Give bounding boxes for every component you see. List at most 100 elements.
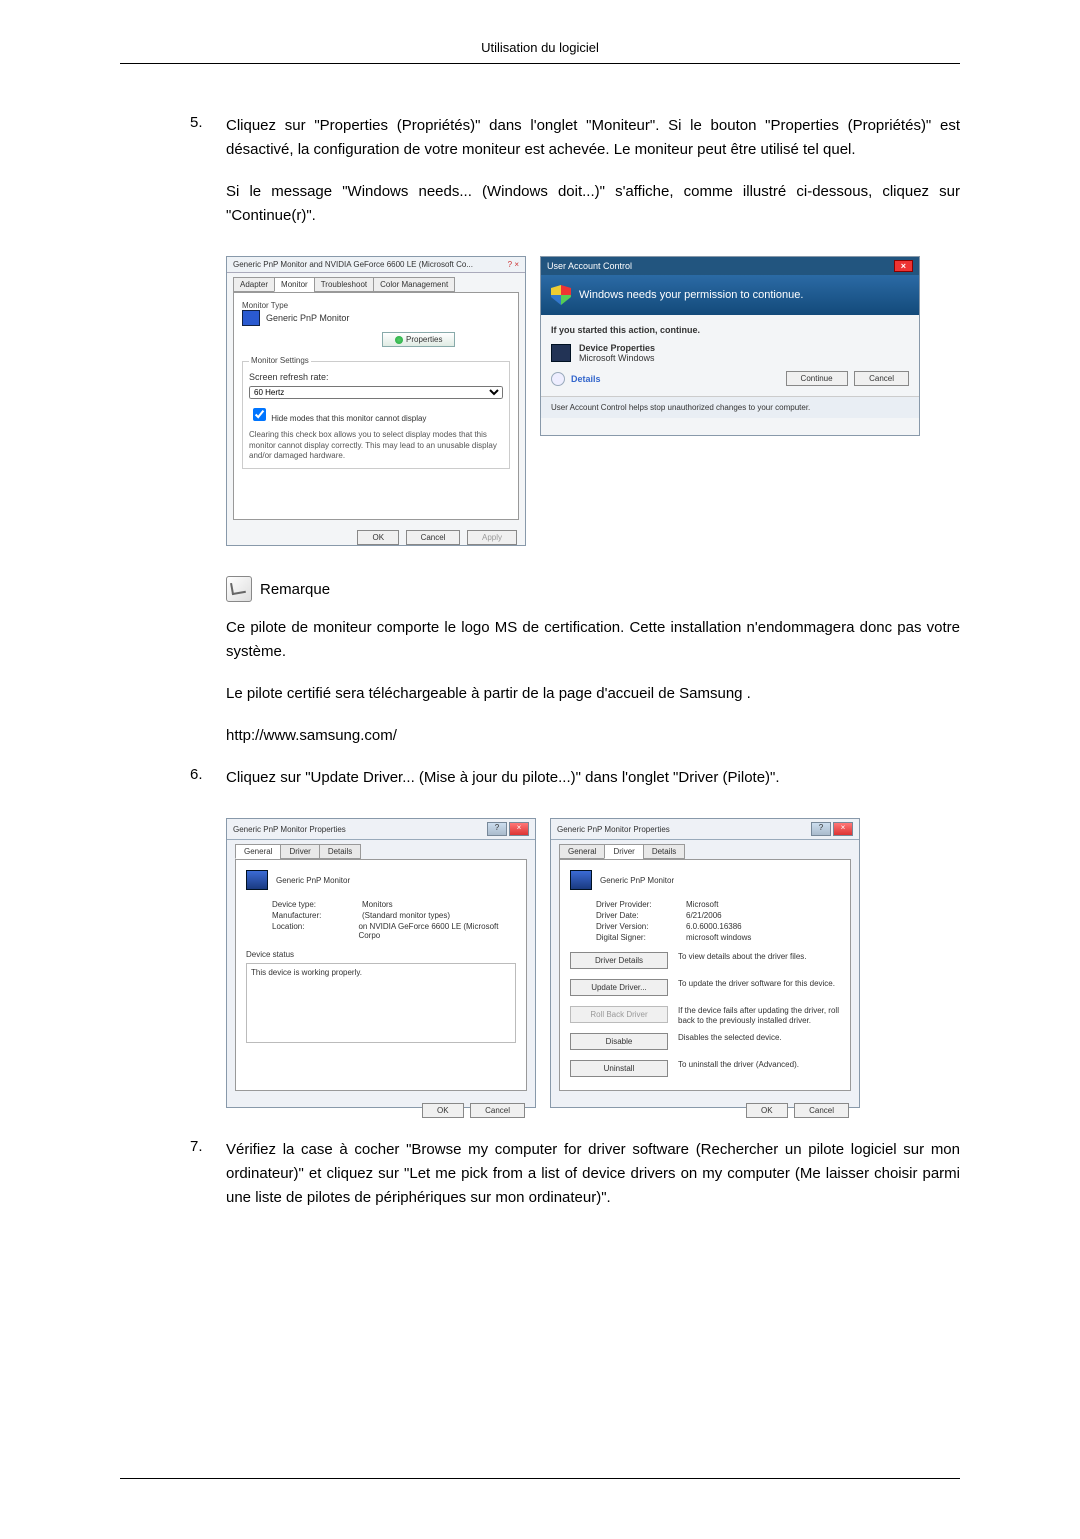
cancel-button[interactable]: Cancel [406, 530, 461, 545]
properties-general-dialog: Generic PnP Monitor Properties ?× Genera… [226, 818, 536, 1108]
date-v: 6/21/2006 [686, 911, 722, 920]
device-status-box: This device is working properly. [246, 963, 516, 1043]
uac-dialog: User Account Control × Windows needs you… [540, 256, 920, 436]
disable-desc: Disables the selected device. [678, 1033, 840, 1056]
remarque-label: Remarque [260, 581, 330, 598]
dialog-title: Generic PnP Monitor Properties [557, 825, 670, 834]
driver-details-button[interactable]: Driver Details [570, 952, 668, 969]
uac-details-link[interactable]: Details [571, 374, 601, 384]
step6-text: Cliquez sur "Update Driver... (Mise à jo… [226, 766, 960, 790]
loc-v: on NVIDIA GeForce 6600 LE (Microsoft Cor… [358, 922, 516, 940]
screenshot-row-2: Generic PnP Monitor Properties ?× Genera… [226, 818, 960, 1108]
tab-general[interactable]: General [559, 844, 605, 859]
provider-v: Microsoft [686, 900, 718, 909]
loc-k: Location: [272, 922, 358, 940]
ok-button[interactable]: OK [422, 1103, 464, 1118]
note-icon [226, 576, 252, 602]
screenshot-row-1: Generic PnP Monitor and NVIDIA GeForce 6… [226, 256, 960, 546]
update-driver-desc: To update the driver software for this d… [678, 979, 840, 1002]
list-item-5: 5. Cliquez sur "Properties (Propriétés)"… [190, 114, 960, 246]
step5-para2: Si le message "Windows needs... (Windows… [226, 180, 960, 228]
continue-button[interactable]: Continue [786, 371, 848, 386]
disable-button[interactable]: Disable [570, 1033, 668, 1050]
cancel-button[interactable]: Cancel [794, 1103, 849, 1118]
monitor-icon [246, 870, 268, 890]
signer-k: Digital Signer: [596, 933, 686, 942]
hide-modes-help: Clearing this check box allows you to se… [249, 430, 503, 461]
remarque-p1: Ce pilote de moniteur comporte le logo M… [226, 616, 960, 664]
footer-rule [120, 1478, 960, 1479]
list-number: 6. [190, 766, 226, 808]
tab-driver[interactable]: Driver [604, 844, 643, 859]
hide-modes-checkbox[interactable] [253, 408, 266, 421]
uac-started: If you started this action, continue. [551, 325, 909, 335]
tab-general[interactable]: General [235, 844, 281, 859]
rollback-driver-desc: If the device fails after updating the d… [678, 1006, 840, 1029]
monitor-settings-label: Monitor Settings [249, 356, 311, 365]
tab-strip: Adapter Monitor Troubleshoot Color Manag… [227, 273, 525, 292]
monitor-name: Generic PnP Monitor [266, 313, 349, 323]
step7-text: Vérifiez la case à cocher "Browse my com… [226, 1138, 960, 1210]
provider-k: Driver Provider: [596, 900, 686, 909]
monitor-icon [242, 310, 260, 326]
uac-cancel-button[interactable]: Cancel [854, 371, 909, 386]
remarque-url: http://www.samsung.com/ [226, 724, 960, 748]
manu-v: (Standard monitor types) [362, 911, 450, 920]
ok-button[interactable]: OK [357, 530, 399, 545]
rollback-driver-button: Roll Back Driver [570, 1006, 668, 1023]
device-name: Generic PnP Monitor [600, 876, 674, 885]
version-v: 6.0.6000.16386 [686, 922, 742, 931]
date-k: Driver Date: [596, 911, 686, 920]
refresh-rate-select[interactable]: 60 Hertz [249, 386, 503, 399]
update-driver-button[interactable]: Update Driver... [570, 979, 668, 996]
device-status-text: This device is working properly. [251, 968, 362, 977]
step5-para1: Cliquez sur "Properties (Propriétés)" da… [226, 114, 960, 162]
properties-driver-dialog: Generic PnP Monitor Properties ?× Genera… [550, 818, 860, 1108]
uninstall-button[interactable]: Uninstall [570, 1060, 668, 1077]
uac-title: User Account Control [547, 261, 632, 271]
window-controls[interactable]: ? × [508, 260, 519, 269]
dialog-titlebar: Generic PnP Monitor and NVIDIA GeForce 6… [227, 257, 525, 273]
remarque-p2: Le pilote certifié sera téléchargeable à… [226, 682, 960, 706]
uninstall-desc: To uninstall the driver (Advanced). [678, 1060, 840, 1083]
version-k: Driver Version: [596, 922, 686, 931]
list-item-7: 7. Vérifiez la case à cocher "Browse my … [190, 1138, 960, 1228]
cancel-button[interactable]: Cancel [470, 1103, 525, 1118]
tab-monitor[interactable]: Monitor [274, 277, 315, 292]
list-number: 7. [190, 1138, 226, 1228]
devtype-k: Device type: [272, 900, 362, 909]
tab-details[interactable]: Details [319, 844, 361, 859]
devtype-v: Monitors [362, 900, 393, 909]
properties-button[interactable]: Properties [382, 332, 455, 347]
monitor-dialog: Generic PnP Monitor and NVIDIA GeForce 6… [226, 256, 526, 546]
list-item-6: 6. Cliquez sur "Update Driver... (Mise à… [190, 766, 960, 808]
tab-color-management[interactable]: Color Management [373, 277, 455, 292]
monitor-type-label: Monitor Type [242, 301, 510, 310]
uac-headline: Windows needs your permission to contion… [579, 289, 803, 301]
monitor-icon [570, 870, 592, 890]
tab-troubleshoot[interactable]: Troubleshoot [314, 277, 374, 292]
hide-modes-label: Hide modes that this monitor cannot disp… [271, 414, 426, 423]
signer-v: microsoft windows [686, 933, 751, 942]
tab-adapter[interactable]: Adapter [233, 277, 275, 292]
dialog-title: Generic PnP Monitor Properties [233, 825, 346, 834]
tab-driver[interactable]: Driver [280, 844, 319, 859]
tab-details[interactable]: Details [643, 844, 685, 859]
uac-publisher: Microsoft Windows [579, 353, 655, 363]
window-controls[interactable]: ?× [811, 822, 853, 836]
shield-icon [551, 285, 571, 305]
device-icon [551, 344, 571, 362]
page-header: Utilisation du logiciel [120, 40, 960, 64]
ok-button[interactable]: OK [746, 1103, 788, 1118]
close-icon[interactable]: × [894, 260, 913, 272]
uac-device-properties: Device Properties [579, 343, 655, 353]
apply-button[interactable]: Apply [467, 530, 517, 545]
chevron-down-icon[interactable] [551, 372, 565, 386]
uac-footer: User Account Control helps stop unauthor… [541, 396, 919, 418]
manu-k: Manufacturer: [272, 911, 362, 920]
list-number: 5. [190, 114, 226, 246]
dialog-title: Generic PnP Monitor and NVIDIA GeForce 6… [233, 260, 473, 269]
window-controls[interactable]: ?× [487, 822, 529, 836]
refresh-rate-label: Screen refresh rate: [249, 372, 503, 382]
device-status-label: Device status [246, 950, 516, 959]
